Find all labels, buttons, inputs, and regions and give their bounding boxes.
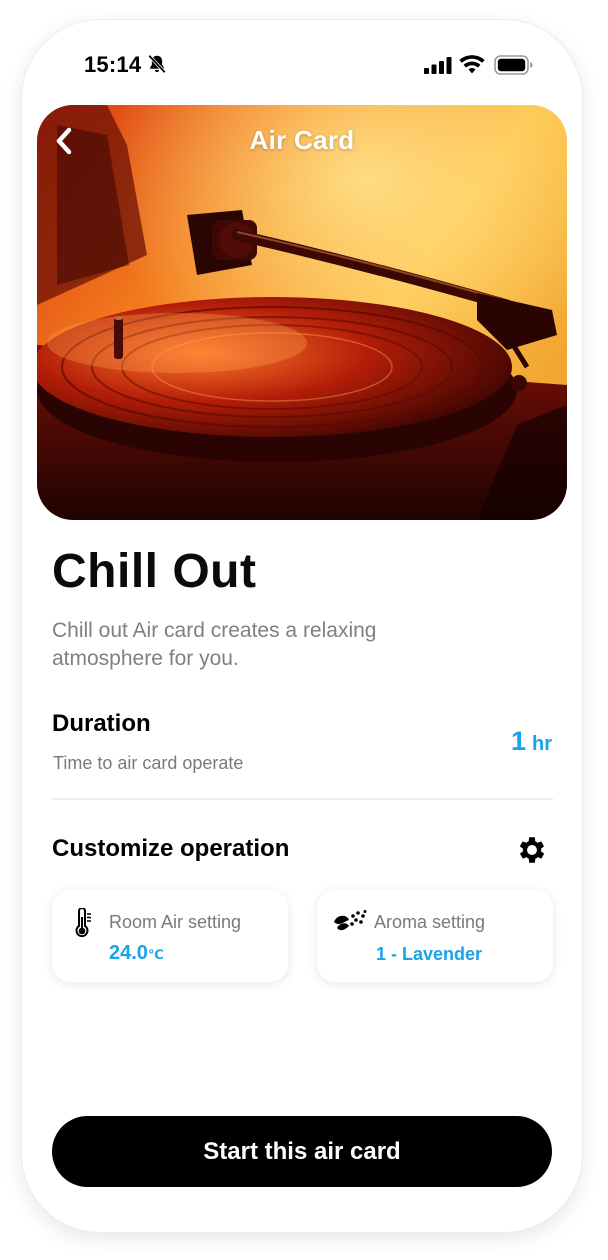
phone-frame: 15:14 Air Card Chill Out Chill out Air c…: [22, 20, 582, 1232]
duration-label: Duration: [52, 710, 151, 737]
aroma-label: Aroma setting: [374, 912, 486, 932]
gear-icon: [519, 837, 545, 863]
signal-icon: [424, 57, 452, 79]
chevron-left-icon: [56, 127, 72, 155]
back-button[interactable]: [51, 125, 77, 157]
page-title: Air Card: [249, 125, 355, 155]
settings-button[interactable]: [513, 831, 551, 869]
room-air-value: 24.0℃: [109, 942, 164, 965]
aroma-setting-card[interactable]: Aroma setting 1 - Lavender: [317, 890, 553, 982]
hero-image: Air Card: [37, 105, 567, 520]
room-air-label: Room Air setting: [109, 912, 242, 932]
duration-unit: hr: [532, 733, 552, 755]
card-description: Chill out Air card creates a relaxing at…: [52, 619, 377, 670]
status-time: 15:14: [84, 52, 142, 77]
room-air-unit: ℃: [147, 947, 164, 962]
wifi-icon: [459, 54, 485, 79]
room-air-setting-card[interactable]: Room Air setting 24.0℃: [52, 890, 288, 982]
customize-label: Customize operation: [52, 835, 290, 862]
bell-off-icon: [146, 53, 168, 80]
room-air-temperature: 24.0: [109, 942, 148, 964]
aroma-icon: [331, 910, 367, 939]
duration-subtitle: Time to air card operate: [53, 753, 244, 773]
thermometer-icon: [74, 907, 92, 943]
duration-value[interactable]: 1 hr: [511, 726, 552, 757]
start-air-card-button[interactable]: Start this air card: [52, 1116, 552, 1187]
duration-number: 1: [510, 726, 526, 756]
turntable-image: [37, 105, 567, 520]
card-title: Chill Out: [52, 545, 257, 598]
battery-icon: [494, 55, 534, 80]
aroma-value: 1 - Lavender: [375, 944, 483, 964]
divider: [52, 798, 553, 800]
